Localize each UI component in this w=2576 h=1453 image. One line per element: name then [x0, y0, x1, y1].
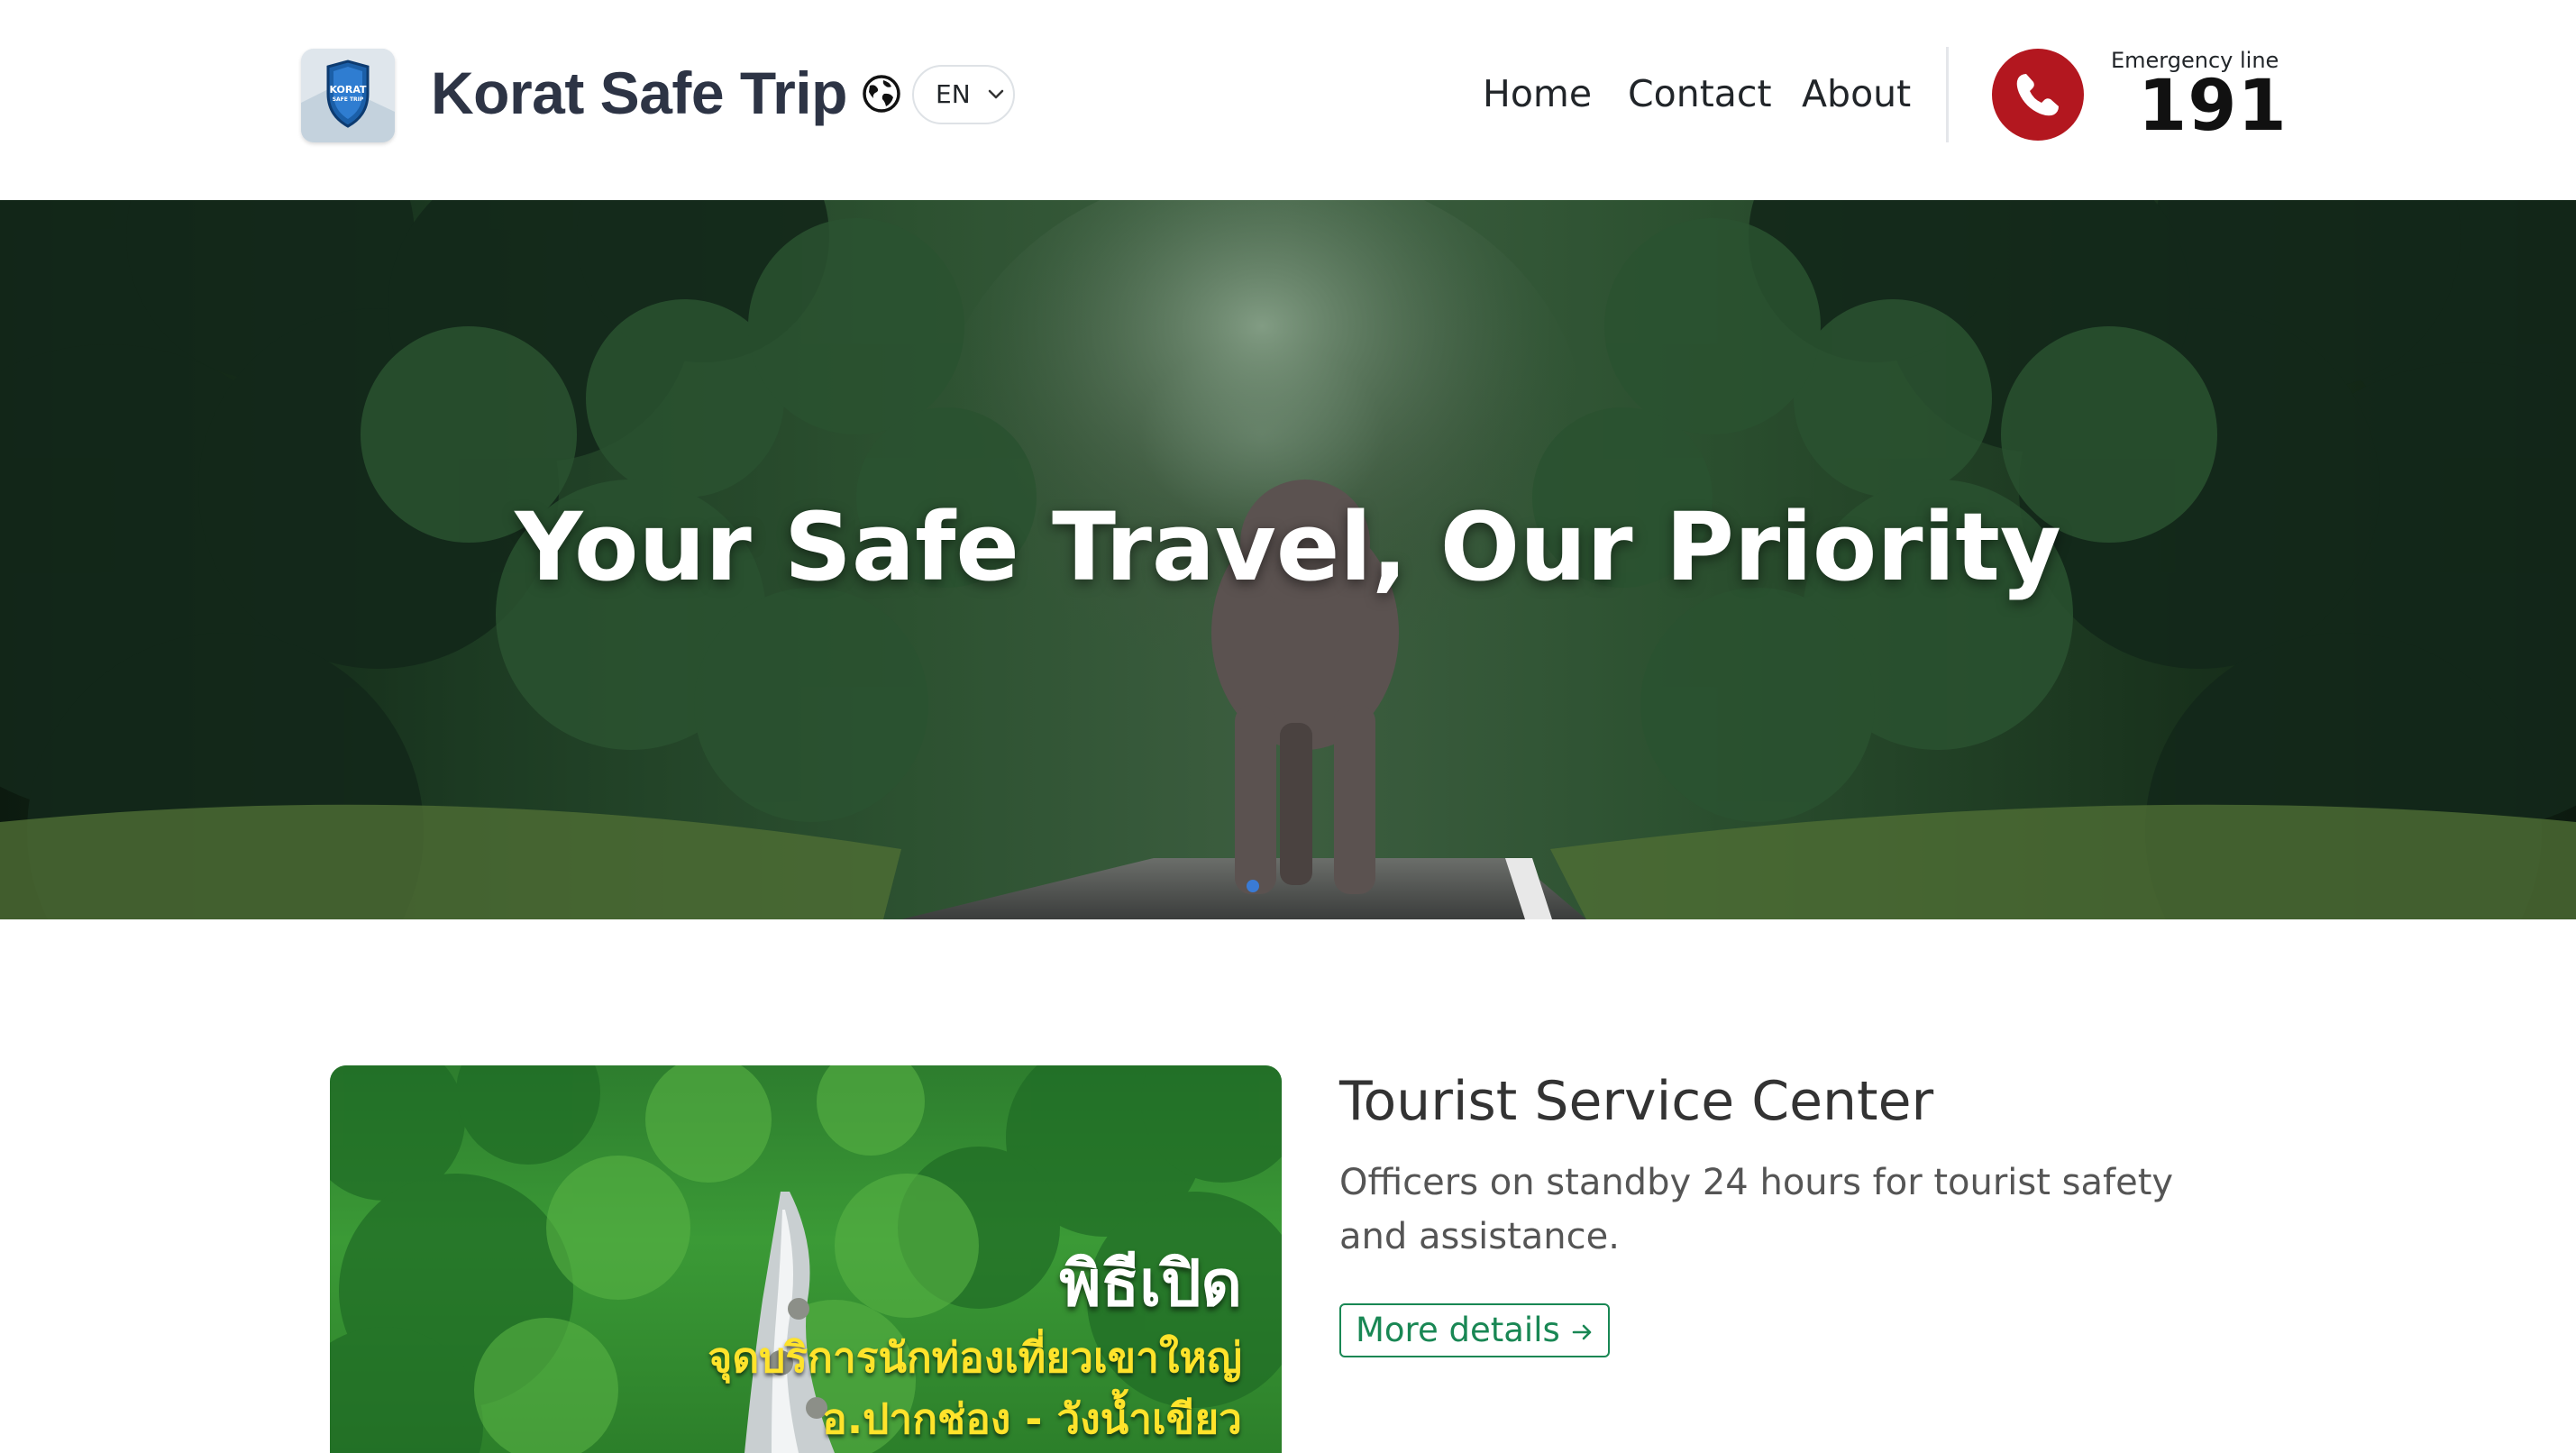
language-select[interactable]: EN	[912, 65, 1015, 124]
more-details-label: More details	[1356, 1311, 1560, 1349]
logo-text: KORAT	[329, 84, 367, 96]
arrow-right-icon	[1572, 1324, 1592, 1340]
service-description: Officers on standby 24 hours for tourist…	[1339, 1162, 2174, 1257]
nav-home[interactable]: Home	[1483, 58, 1592, 130]
phone-handset-icon	[2016, 74, 2059, 116]
logo-subtext: SAFE TRIP	[332, 96, 364, 103]
header-divider	[1946, 47, 1949, 142]
service-poster-image[interactable]: พิธีเปิด จุดบริการนักท่องเที่ยวเขาใหญ่ อ…	[330, 1065, 1282, 1453]
chevron-down-icon	[988, 89, 1004, 99]
shield-logo-icon	[301, 49, 395, 142]
brand-name[interactable]: Korat Safe Trip	[431, 54, 847, 132]
poster-subtitle-1: จุดบริการนักท่องเที่ยวเขาใหญ่	[708, 1333, 1242, 1382]
nav-contact[interactable]: Contact	[1628, 58, 1772, 130]
nav-about[interactable]: About	[1802, 58, 1911, 130]
service-title: Tourist Service Center	[1339, 1070, 1934, 1133]
more-details-button[interactable]: More details	[1339, 1303, 1610, 1357]
site-header: KORAT SAFE TRIP Korat Safe Trip EN Home …	[0, 0, 2576, 200]
globe-icon	[863, 75, 900, 113]
language-value: EN	[936, 79, 971, 109]
phone-icon[interactable]	[1992, 49, 2084, 141]
poster-subtitle-2: อ.ปากช่อง - วังน้ำเขียว	[822, 1394, 1242, 1443]
hero-title: Your Safe Travel, Our Priority	[515, 492, 2061, 602]
hero-banner: Your Safe Travel, Our Priority	[0, 200, 2576, 919]
poster-title: พิธีเปิด	[1059, 1247, 1242, 1320]
site-logo[interactable]: KORAT SAFE TRIP	[301, 49, 395, 142]
emergency-number[interactable]: 191	[2138, 65, 2287, 148]
